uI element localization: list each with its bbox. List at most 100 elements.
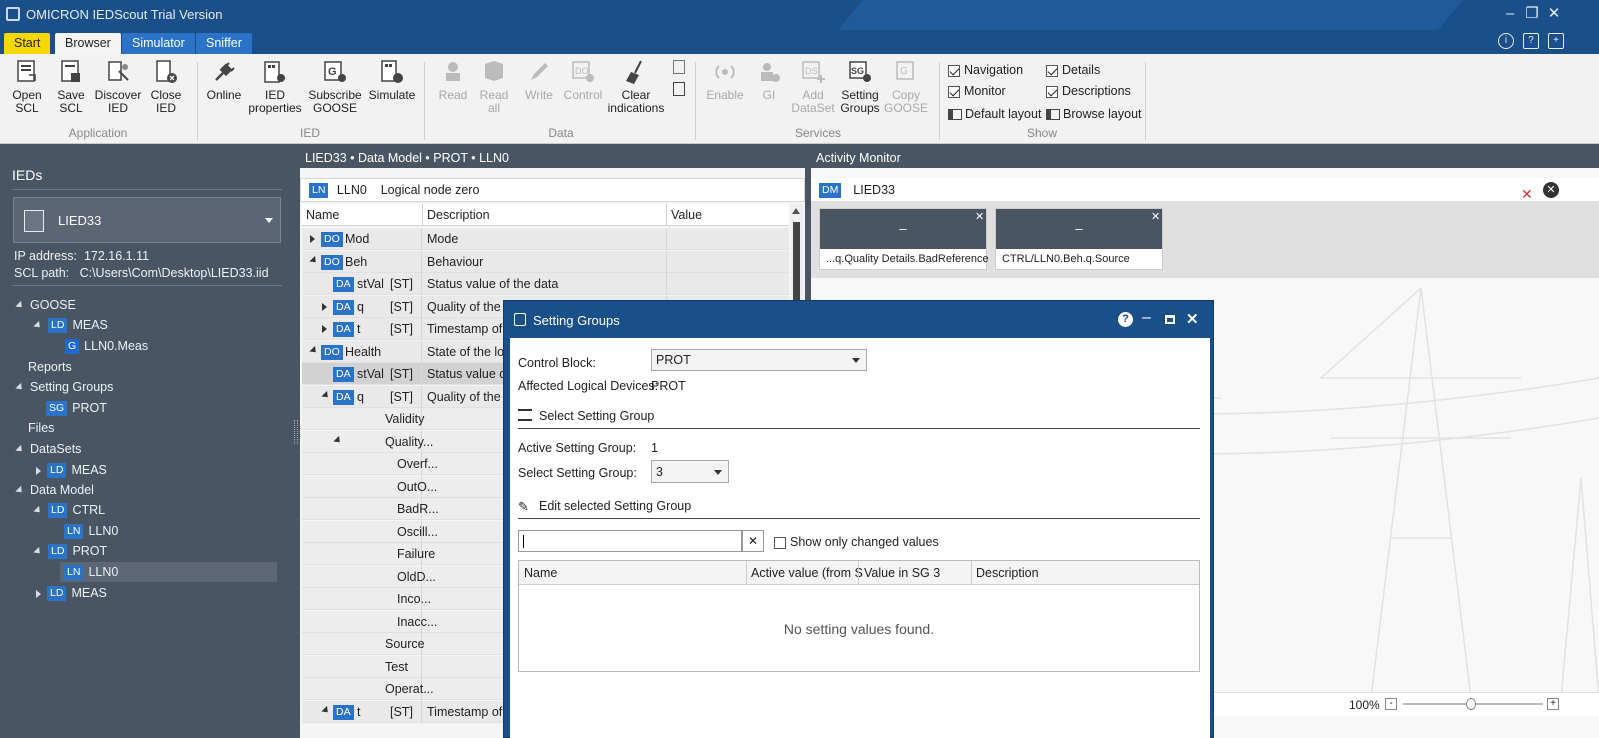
simulate-button[interactable]: Simulate bbox=[367, 58, 417, 102]
setting-group-select[interactable]: 3 bbox=[651, 460, 729, 483]
collapse-icon[interactable] bbox=[309, 255, 319, 265]
monitor-toggle[interactable]: Monitor bbox=[948, 84, 1006, 98]
paste-icon[interactable] bbox=[673, 82, 685, 96]
column-value[interactable]: Value bbox=[671, 204, 702, 226]
expand-icon[interactable] bbox=[322, 302, 327, 311]
monitor-card[interactable]: – ✕ ...q.Quality Details.BadReference bbox=[819, 208, 989, 270]
help-icon[interactable]: ? bbox=[1523, 33, 1539, 49]
splitter-handle[interactable] bbox=[294, 420, 298, 444]
tree-sg-prot[interactable]: SG PROT bbox=[46, 401, 107, 417]
ied-selector[interactable]: LIED33 bbox=[13, 197, 281, 243]
open-scl-button[interactable]: Open SCL bbox=[6, 58, 48, 115]
save-scl-button[interactable]: Save SCL bbox=[50, 58, 92, 115]
collapse-icon[interactable] bbox=[321, 705, 331, 715]
write-button[interactable]: Write bbox=[520, 58, 558, 102]
minimize-icon[interactable]: – bbox=[1501, 5, 1519, 23]
online-button[interactable]: Online bbox=[202, 58, 246, 102]
remove-card-icon[interactable]: ✕ bbox=[975, 210, 984, 223]
tree-data-model[interactable]: Data Model bbox=[15, 483, 94, 497]
read-all-button[interactable]: Read all bbox=[476, 58, 512, 115]
expand-icon[interactable] bbox=[322, 325, 327, 333]
node-type-badge: DO bbox=[321, 344, 343, 360]
info-icon[interactable]: i bbox=[1498, 33, 1514, 49]
default-layout-button[interactable]: Default layout bbox=[948, 107, 1041, 121]
gi-button[interactable]: GI bbox=[752, 58, 786, 102]
tree-datasets[interactable]: DataSets bbox=[15, 442, 81, 456]
close-icon[interactable]: ✕ bbox=[1545, 5, 1563, 23]
collapse-icon[interactable] bbox=[333, 435, 343, 445]
close-ied-button[interactable]: Close IED bbox=[146, 58, 186, 115]
column-description[interactable]: Description bbox=[976, 561, 1039, 585]
details-checkbox[interactable] bbox=[1046, 64, 1058, 77]
expand-icon[interactable] bbox=[310, 235, 315, 243]
tree-dm-ctrl-lln0[interactable]: LN LLN0 bbox=[64, 524, 118, 540]
setting-group-value: 3 bbox=[656, 465, 663, 479]
control-block-select[interactable]: PROT bbox=[651, 349, 867, 371]
discover-ied-button[interactable]: Discover IED bbox=[94, 58, 142, 115]
navigation-toggle[interactable]: Navigation bbox=[948, 63, 1023, 77]
column-value-in-sg[interactable]: Value in SG 3 bbox=[864, 561, 940, 585]
row-name: Quality... bbox=[385, 434, 434, 449]
zoom-in-button[interactable]: + bbox=[1547, 698, 1559, 710]
close-icon[interactable]: ✕ bbox=[1186, 310, 1199, 328]
tree-dm-prot-lln0[interactable]: LN LLN0 bbox=[64, 565, 118, 581]
add-dataset-label: Add DataSet bbox=[791, 88, 835, 115]
grid-row[interactable]: DA stVal [ST] Status value of the data bbox=[302, 273, 789, 295]
maximize-icon[interactable] bbox=[1165, 315, 1175, 324]
read-button[interactable]: Read bbox=[433, 58, 473, 102]
tree-dm-prot[interactable]: LD PROT bbox=[33, 544, 107, 560]
browse-layout-button[interactable]: Browse layout bbox=[1046, 107, 1142, 121]
control-button[interactable]: DO Control bbox=[561, 58, 605, 102]
add-dataset-button[interactable]: DS Add DataSet bbox=[790, 58, 836, 115]
minimize-icon[interactable]: – bbox=[1142, 309, 1151, 327]
close-monitor-icon[interactable]: ✕ bbox=[1543, 182, 1559, 198]
restore-icon[interactable]: ❐ bbox=[1523, 5, 1541, 23]
tab-sniffer[interactable]: Sniffer bbox=[196, 33, 252, 54]
zoom-slider-thumb[interactable] bbox=[1466, 698, 1476, 710]
ied-properties-button[interactable]: IED properties bbox=[247, 58, 303, 115]
setting-groups-button[interactable]: SG Setting Groups bbox=[838, 58, 882, 115]
grid-row[interactable]: DO Mod Mode bbox=[302, 228, 789, 250]
enable-button[interactable]: Enable bbox=[703, 58, 747, 102]
monitor-card[interactable]: – ✕ CTRL/LLN0.Beh.q.Source bbox=[995, 208, 1163, 270]
clear-search-button[interactable]: ✕ bbox=[742, 530, 764, 552]
support-icon[interactable]: + bbox=[1548, 33, 1564, 49]
tree-goose-lln0meas[interactable]: G LLN0.Meas bbox=[65, 339, 148, 355]
collapse-icon[interactable] bbox=[321, 390, 331, 400]
column-active-value[interactable]: Active value (from S bbox=[751, 561, 863, 585]
details-toggle[interactable]: Details bbox=[1046, 63, 1100, 77]
column-description[interactable]: Description bbox=[427, 204, 490, 226]
monitor-checkbox[interactable] bbox=[948, 85, 960, 98]
navigation-checkbox[interactable] bbox=[948, 64, 960, 77]
tree-reports[interactable]: Reports bbox=[28, 360, 72, 374]
tab-simulator[interactable]: Simulator bbox=[122, 33, 195, 54]
descriptions-toggle[interactable]: Descriptions bbox=[1046, 84, 1131, 98]
tree-dm-ctrl[interactable]: LD CTRL bbox=[33, 503, 105, 519]
tree-dm-meas[interactable]: LD MEAS bbox=[36, 586, 107, 602]
column-name[interactable]: Name bbox=[524, 561, 557, 585]
copy-goose-button[interactable]: G Copy GOOSE bbox=[884, 58, 928, 115]
column-name[interactable]: Name bbox=[306, 204, 339, 226]
node-type-badge: DA bbox=[333, 299, 354, 315]
svg-text:DO: DO bbox=[575, 66, 589, 76]
descriptions-label: Descriptions bbox=[1062, 84, 1131, 98]
collapse-icon[interactable] bbox=[309, 345, 319, 355]
tree-ds-meas[interactable]: LD MEAS bbox=[36, 463, 107, 479]
zoom-out-button[interactable]: - bbox=[1385, 698, 1397, 710]
show-changed-checkbox[interactable] bbox=[774, 536, 786, 549]
grid-row[interactable]: DO Beh Behaviour bbox=[302, 250, 789, 273]
tab-browser[interactable]: Browser bbox=[55, 33, 121, 54]
subscribe-goose-button[interactable]: G Subscribe GOOSE bbox=[307, 58, 363, 115]
tree-setting-groups[interactable]: Setting Groups bbox=[15, 380, 113, 394]
tree-goose[interactable]: GOOSE bbox=[15, 298, 76, 312]
tree-files[interactable]: Files bbox=[28, 421, 54, 435]
tab-start[interactable]: Start bbox=[4, 33, 51, 54]
tree-goose-meas[interactable]: LD MEAS bbox=[33, 318, 108, 334]
remove-card-icon[interactable]: ✕ bbox=[1151, 210, 1160, 223]
clear-indications-button[interactable]: Clear indications bbox=[606, 58, 666, 115]
descriptions-checkbox[interactable] bbox=[1046, 85, 1058, 98]
show-changed-toggle[interactable]: Show only changed values bbox=[774, 535, 939, 549]
copy-icon[interactable] bbox=[673, 60, 685, 74]
help-icon[interactable]: ? bbox=[1118, 312, 1133, 327]
search-input[interactable] bbox=[518, 530, 742, 552]
